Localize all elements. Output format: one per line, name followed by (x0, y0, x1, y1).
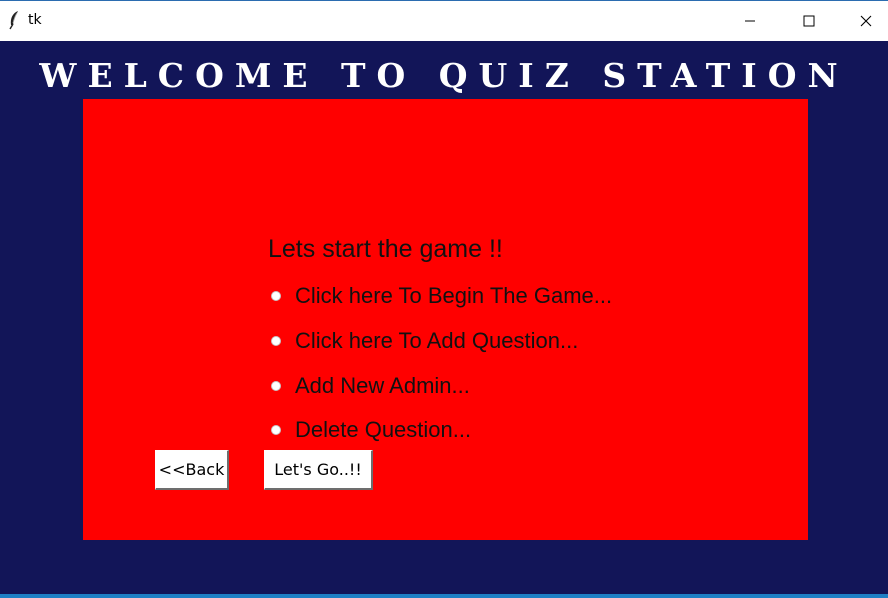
prompt-label: Lets start the game !! (268, 235, 503, 263)
maximize-button[interactable] (786, 1, 832, 41)
close-button[interactable] (843, 1, 888, 41)
radio-indicator[interactable] (271, 425, 281, 435)
option-label: Click here To Add Question... (295, 328, 579, 353)
radio-indicator[interactable] (271, 336, 281, 346)
minimize-icon (744, 15, 756, 27)
window-title: tk (28, 12, 42, 28)
maximize-icon (803, 15, 815, 27)
radio-add-admin[interactable]: Add New Admin... (271, 371, 470, 401)
close-icon (860, 15, 872, 27)
minimize-button[interactable] (727, 1, 773, 41)
option-label: Delete Question... (295, 417, 472, 442)
back-button[interactable]: <<Back (155, 450, 229, 490)
feather-icon (7, 10, 21, 30)
menu-panel: Lets start the game !! Click here To Beg… (83, 99, 808, 540)
option-label: Add New Admin... (295, 373, 470, 398)
radio-indicator[interactable] (271, 291, 281, 301)
lets-go-button[interactable]: Let's Go..!! (264, 450, 373, 490)
radio-add-question[interactable]: Click here To Add Question... (271, 326, 578, 356)
window-bottom-border (0, 594, 888, 598)
option-label: Click here To Begin The Game... (295, 283, 613, 308)
radio-indicator[interactable] (271, 381, 281, 391)
radio-delete-question[interactable]: Delete Question... (271, 415, 471, 445)
radio-begin-game[interactable]: Click here To Begin The Game... (271, 281, 612, 311)
title-bar[interactable]: tk (0, 0, 888, 41)
page-title: WELCOME TO QUIZ STATION (39, 56, 849, 95)
